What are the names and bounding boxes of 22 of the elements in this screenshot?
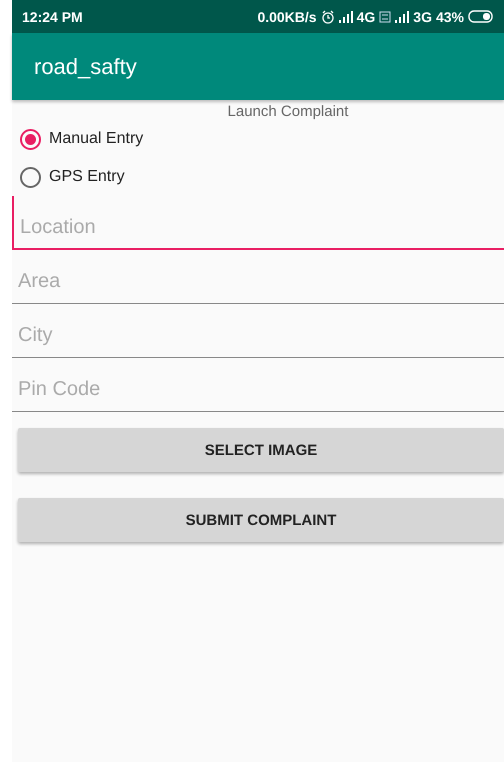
input-field[interactable]: City <box>12 304 504 358</box>
status-time: 12:24 PM <box>22 8 83 24</box>
input-field[interactable]: Area <box>12 250 504 304</box>
radio-option[interactable]: Manual Entry <box>12 120 504 158</box>
network-type: 3G <box>413 8 432 24</box>
battery-percent: 43% <box>436 8 464 24</box>
network-speed: 0.00KB/s <box>257 8 317 24</box>
input-field[interactable]: Location <box>12 196 504 250</box>
action-button[interactable]: SELECT IMAGE <box>18 428 504 472</box>
app-title: road_safty <box>34 54 137 80</box>
alarm-icon <box>320 10 335 24</box>
radio-option[interactable]: GPS Entry <box>12 158 504 196</box>
signal-icon <box>338 10 353 22</box>
signal-icon <box>395 10 410 22</box>
battery-icon <box>468 10 494 23</box>
action-button[interactable]: SUBMIT COMPLAINT <box>18 498 504 542</box>
input-field[interactable]: Pin Code <box>12 358 504 412</box>
radio-icon[interactable] <box>20 128 41 150</box>
page-heading: Launch Complaint <box>228 103 348 120</box>
radio-icon[interactable] <box>20 166 41 188</box>
volte-icon <box>379 10 392 22</box>
network-type: 4G <box>356 8 376 24</box>
